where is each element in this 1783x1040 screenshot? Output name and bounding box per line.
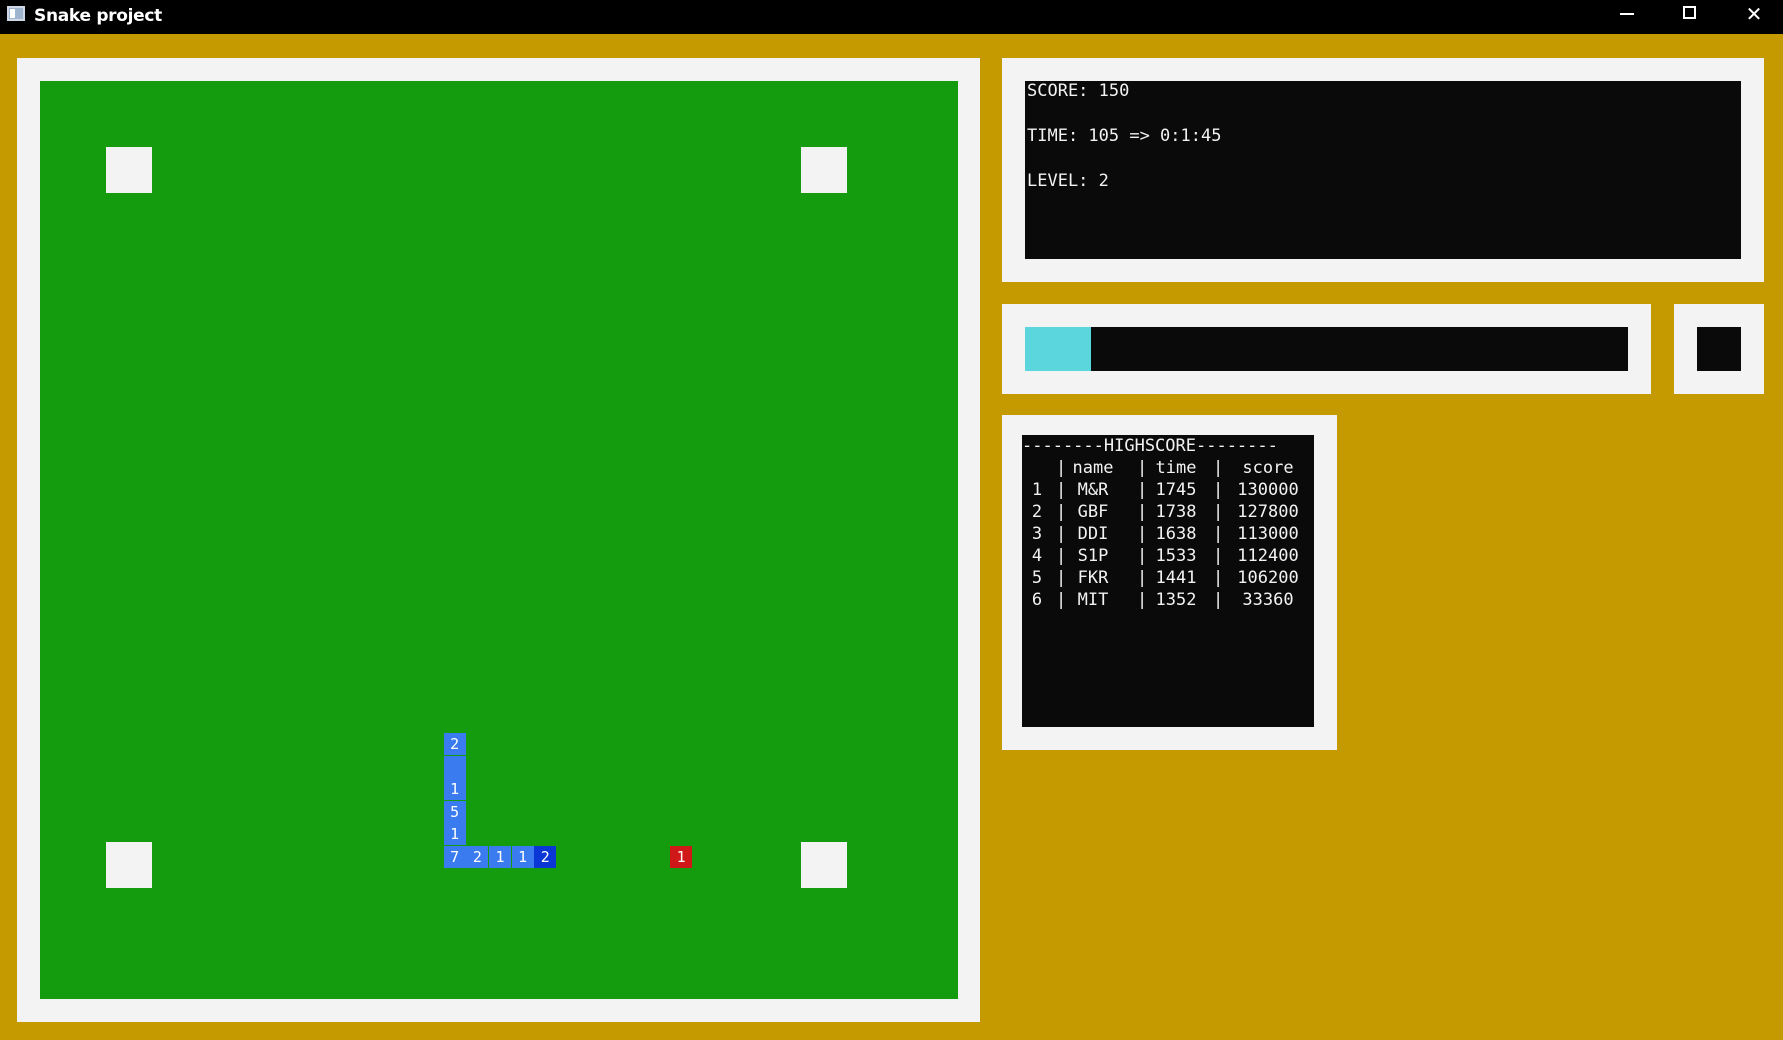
minimize-button[interactable] <box>1594 0 1658 28</box>
progress-fill <box>1025 327 1092 371</box>
close-button[interactable]: ✕ <box>1722 0 1783 28</box>
highscore-row: 6 MIT 1352 33360 | | | <box>1022 589 1314 611</box>
highscore-cell: 2 <box>1031 502 1043 522</box>
column-separator: | <box>1137 524 1148 544</box>
highscore-cell: name <box>1072 458 1114 478</box>
food-item: 1 <box>670 846 693 869</box>
minimize-icon <box>1620 13 1634 15</box>
corner-block-bottom-right <box>801 842 847 888</box>
highscore-cell: 33360 <box>1242 590 1294 610</box>
progress-frame <box>1002 304 1651 394</box>
snake-segment: 1 <box>511 846 534 869</box>
column-separator: | <box>1056 590 1067 610</box>
highscore-cell: 1738 <box>1155 502 1197 522</box>
column-separator: | <box>1056 568 1067 588</box>
corner-block-top-right <box>801 147 847 193</box>
snake-head: 2 <box>534 846 557 869</box>
column-separator: | <box>1213 524 1224 544</box>
close-icon: ✕ <box>1745 2 1763 26</box>
highscore-cell: 106200 <box>1237 568 1299 588</box>
snake-segment: 1 <box>443 778 466 801</box>
highscore-cell: 1745 <box>1155 480 1197 500</box>
maximize-button[interactable] <box>1658 0 1722 28</box>
highscore-frame: --------HIGHSCORE-------- name time score |… <box>1002 415 1337 750</box>
highscore-cell: 6 <box>1031 590 1043 610</box>
highscore-cell: time <box>1155 458 1197 478</box>
snake-segment: 5 <box>443 800 466 823</box>
highscore-cell: 112400 <box>1237 546 1299 566</box>
highscore-cell: 1 <box>1031 480 1043 500</box>
highscore-cell: 4 <box>1031 546 1043 566</box>
highscore-header-row: name time score | | | <box>1022 457 1314 479</box>
column-separator: | <box>1056 502 1067 522</box>
highscore-cell: score <box>1242 458 1294 478</box>
highscore-row: 4 S1P 1533 112400 | | | <box>1022 545 1314 567</box>
highscore-row: 2 GBF 1738 127800 | | | <box>1022 501 1314 523</box>
column-separator: | <box>1213 480 1224 500</box>
time-text: TIME: 105 => 0:1:45 <box>1027 126 1222 146</box>
column-separator: | <box>1056 546 1067 566</box>
game-board-frame: 2151721121 <box>17 58 980 1022</box>
column-separator: | <box>1056 480 1067 500</box>
column-separator: | <box>1056 524 1067 544</box>
highscore-cell: 1533 <box>1155 546 1197 566</box>
highscore-title: --------HIGHSCORE-------- <box>1022 436 1278 456</box>
level-text: LEVEL: 2 <box>1027 171 1109 191</box>
highscore-cell: 1441 <box>1155 568 1197 588</box>
highscore-cell: 113000 <box>1237 524 1299 544</box>
corner-block-top-left <box>106 147 152 193</box>
column-separator: | <box>1137 480 1148 500</box>
title-bar: Snake project ✕ <box>0 0 1783 34</box>
app-window-icon <box>7 6 25 21</box>
indicator-box <box>1697 327 1741 371</box>
snake-segment: 2 <box>443 732 466 755</box>
snake-segment: 2 <box>466 846 489 869</box>
column-separator: | <box>1137 546 1148 566</box>
snake-segment <box>443 755 466 778</box>
highscore-cell: 130000 <box>1237 480 1299 500</box>
column-separator: | <box>1137 590 1148 610</box>
highscore-row: 3 DDI 1638 113000 | | | <box>1022 523 1314 545</box>
highscore-cell: MIT <box>1077 590 1109 610</box>
maximize-icon <box>1683 6 1696 19</box>
column-separator: | <box>1137 458 1148 478</box>
column-separator: | <box>1137 502 1148 522</box>
info-panel: SCORE: 150 TIME: 105 => 0:1:45 LEVEL: 2 <box>1025 81 1741 259</box>
highscore-cell: 3 <box>1031 524 1043 544</box>
highscore-cell: S1P <box>1077 546 1109 566</box>
game-board: 2151721121 <box>40 81 958 999</box>
indicator-frame <box>1674 304 1764 394</box>
column-separator: | <box>1056 458 1067 478</box>
highscore-panel: --------HIGHSCORE-------- name time score |… <box>1022 435 1314 727</box>
highscore-row: 1 M&R 1745 130000 | | | <box>1022 479 1314 501</box>
progress-track <box>1025 327 1628 371</box>
corner-block-bottom-left <box>106 842 152 888</box>
column-separator: | <box>1213 546 1224 566</box>
highscore-cell: M&R <box>1077 480 1109 500</box>
column-separator: | <box>1213 502 1224 522</box>
column-separator: | <box>1137 568 1148 588</box>
highscore-cell: GBF <box>1077 502 1109 522</box>
highscore-row: 5 FKR 1441 106200 | | | <box>1022 567 1314 589</box>
highscore-cell: FKR <box>1077 568 1109 588</box>
highscore-cell: 1638 <box>1155 524 1197 544</box>
info-panel-frame: SCORE: 150 TIME: 105 => 0:1:45 LEVEL: 2 <box>1002 58 1764 282</box>
snake-segment: 1 <box>443 823 466 846</box>
snake-segment: 1 <box>489 846 511 869</box>
snake-segment: 7 <box>443 846 466 869</box>
column-separator: | <box>1213 458 1224 478</box>
highscore-cell: 1352 <box>1155 590 1197 610</box>
highscore-cell: 5 <box>1031 568 1043 588</box>
column-separator: | <box>1213 590 1224 610</box>
highscore-cell: DDI <box>1077 524 1109 544</box>
highscore-cell: 127800 <box>1237 502 1299 522</box>
window-title: Snake project <box>34 6 163 26</box>
score-text: SCORE: 150 <box>1027 81 1130 101</box>
column-separator: | <box>1213 568 1224 588</box>
